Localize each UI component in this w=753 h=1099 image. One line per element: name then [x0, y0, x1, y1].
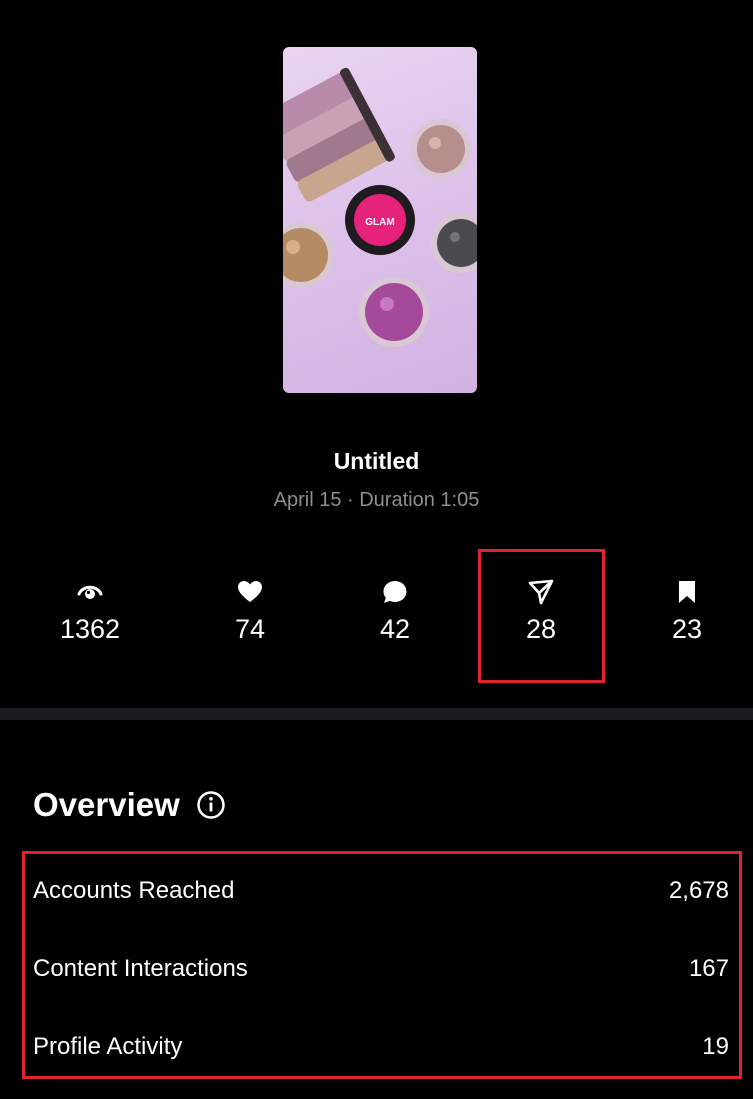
glitter-jars-image: GLAM: [283, 67, 477, 347]
stats-row: 1362 74 42 28 23: [0, 578, 753, 668]
metric-label: Accounts Reached: [33, 877, 235, 904]
stat-views[interactable]: 1362: [35, 578, 145, 645]
stat-saves[interactable]: 23: [632, 578, 742, 645]
heart-icon: [236, 578, 264, 606]
metric-row[interactable]: Profile Activity 19: [33, 1033, 729, 1061]
comment-icon: [381, 578, 409, 606]
stat-views-value: 1362: [59, 614, 121, 644]
stat-comments[interactable]: 42: [340, 578, 450, 645]
stat-saves-value: 23: [671, 614, 703, 644]
shares-highlight-box: [478, 549, 605, 683]
post-title: Untitled: [333, 448, 420, 474]
stat-comments-value: 42: [379, 614, 411, 644]
overview-title: Overview: [33, 786, 180, 823]
metric-value: 167: [688, 955, 729, 982]
metric-label: Content Interactions: [33, 955, 248, 982]
metric-value: 2,678: [668, 877, 729, 904]
post-meta: April 15 · Duration 1:05: [273, 489, 480, 511]
metric-label: Profile Activity: [33, 1033, 183, 1060]
metric-row[interactable]: Content Interactions 167: [33, 955, 729, 983]
eye-icon: [76, 578, 104, 606]
overview-heading: Overview: [33, 786, 226, 824]
metric-row[interactable]: Accounts Reached 2,678: [33, 877, 729, 905]
stat-likes[interactable]: 74: [195, 578, 305, 645]
svg-text:GLAM: GLAM: [365, 217, 394, 228]
post-thumbnail[interactable]: GLAM: [283, 47, 477, 393]
insights-page: GLAM Untitled April 15 · Duration 1:05 1…: [0, 0, 753, 1099]
stat-likes-value: 74: [234, 614, 266, 644]
info-icon[interactable]: [196, 790, 226, 820]
metric-value: 19: [702, 1033, 729, 1060]
bookmark-icon: [673, 578, 701, 606]
section-divider: [0, 708, 753, 720]
